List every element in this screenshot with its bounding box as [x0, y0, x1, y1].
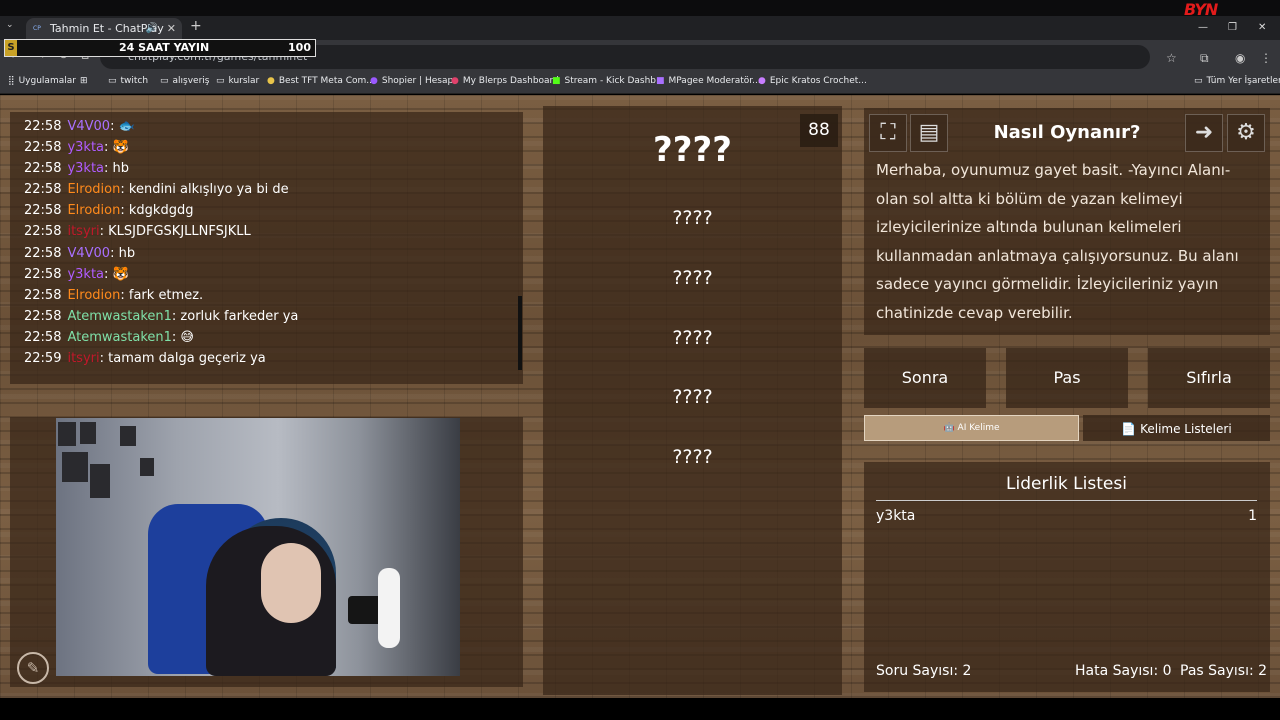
bookmark-kurslar[interactable]: ▭ kurslar: [216, 76, 259, 86]
tab-tahmin-et[interactable]: CP Tahmin Et - ChatPlay 🔊 ✕: [26, 18, 182, 40]
chat-username: itsyri: [67, 224, 100, 240]
pencil-edit-icon[interactable]: ✎: [17, 652, 49, 684]
bookmark-tft[interactable]: ● Best TFT Meta Com...: [267, 76, 375, 86]
chat-message: 22:58 y3kta: hb: [24, 161, 130, 177]
bookmark-mpagee[interactable]: ■ MPagee Moderatör...: [656, 76, 761, 86]
bookmark-apps[interactable]: ⣿ Uygulamalar: [8, 76, 76, 86]
site-icon: ●: [451, 76, 459, 86]
how-to-play-text: Merhaba, oyunumuz gayet basit. -Yayıncı …: [876, 161, 1239, 322]
chat-message: 22:59 itsyri: tamam dalga geçeriz ya: [24, 351, 266, 367]
chat-message: 22:58 Atemwastaken1: zorluk farkeder ya: [24, 308, 299, 324]
close-window-icon[interactable]: ✕: [1258, 22, 1266, 33]
leaderboard-score: 1: [1248, 508, 1257, 524]
pass-count: Pas Sayısı: 2: [1180, 663, 1268, 679]
chat-username: Atemwastaken1: [67, 308, 172, 324]
chat-message: 22:58 y3kta: 🐯: [24, 266, 129, 282]
overlay-value: 100: [288, 41, 311, 54]
stream-goal-overlay: S 24 SAAT YAYIN 100: [4, 39, 316, 57]
chat-message: 22:58 Elrodion: kdgkdgdg: [24, 203, 194, 219]
extensions-icon[interactable]: ⧉: [1200, 51, 1209, 66]
logout-icon[interactable]: ➜: [1185, 114, 1223, 152]
main-word: ????: [653, 130, 732, 170]
word-lists-button[interactable]: 📄 Kelime Listeleri: [1083, 415, 1270, 441]
kick-icon: ■: [552, 76, 561, 86]
folder-icon: ▭: [1194, 76, 1203, 86]
minimize-icon[interactable]: —: [1198, 22, 1208, 33]
ai-word-button[interactable]: 🤖 AI Kelime: [864, 415, 1079, 441]
pass-button[interactable]: Pas: [1006, 348, 1128, 408]
site-icon: ●: [370, 76, 378, 86]
leaderboard-name: y3kta: [876, 508, 916, 524]
overlay-title: 24 SAAT YAYIN: [119, 41, 210, 54]
bookmark-kick[interactable]: ■ Stream - Kick Dashb...: [552, 76, 665, 86]
bookmark-alisveris[interactable]: ▭ alışveriş: [160, 76, 209, 86]
chat-message: 22:58 Elrodion: kendini alkışlıyo ya bi d…: [24, 182, 289, 198]
bookmark-star-icon[interactable]: ☆: [1166, 51, 1177, 65]
next-button[interactable]: Sonra: [864, 348, 986, 408]
forbidden-word: ????: [672, 327, 713, 349]
forbidden-word: ????: [672, 386, 713, 408]
question-count: Soru Sayısı: 2: [876, 663, 972, 679]
maximize-icon[interactable]: ❐: [1228, 22, 1237, 33]
settings-gear-icon[interactable]: ⚙: [1227, 114, 1265, 152]
error-count: Hata Sayısı: 0: [1075, 663, 1172, 679]
folder-icon: ▭: [216, 76, 225, 86]
chat-username: y3kta: [67, 266, 105, 282]
chat-username: y3kta: [67, 140, 105, 156]
streamer-logo: BYN: [1184, 0, 1218, 19]
chat-username: Elrodion: [67, 182, 121, 198]
chat-username: V4V00: [67, 119, 111, 134]
leaderboard-title: Liderlik Listesi: [876, 474, 1257, 501]
chat-scrollbar[interactable]: [518, 296, 522, 370]
chat-username: Atemwastaken1: [67, 329, 172, 345]
menu-kebab-icon[interactable]: ⋮: [1260, 51, 1272, 65]
bookmark-shopier[interactable]: ● Shopier | Hesap: [370, 76, 453, 86]
chat-username: y3kta: [67, 161, 105, 177]
chat-message: 22:58 V4V00: hb: [24, 245, 136, 261]
apps-icon: ⣿: [8, 76, 15, 86]
chat-username: V4V00: [67, 245, 111, 261]
new-tab-button[interactable]: +: [190, 18, 202, 34]
webcam-video: [56, 418, 460, 676]
profile-avatar-icon[interactable]: ◉: [1235, 51, 1245, 65]
twitch-icon: ■: [656, 76, 665, 86]
leaderboard-row: y3kta 1: [876, 508, 1257, 524]
close-tab-icon[interactable]: ✕: [167, 18, 176, 40]
grid-icon[interactable]: ⊞: [80, 76, 88, 86]
chat-message: 22:58 Atemwastaken1: 😅: [24, 329, 194, 345]
folder-icon: ▭: [108, 76, 117, 86]
chat-message: 22:58 V4V00: 🐟: [24, 119, 135, 134]
how-to-play-title: Nasıl Oynanır?: [993, 122, 1141, 143]
bookmark-all[interactable]: ▭ Tüm Yer İşaretleri: [1194, 76, 1280, 86]
forbidden-word: ????: [672, 267, 713, 289]
chat-username: Elrodion: [67, 287, 121, 303]
forbidden-word: ????: [672, 207, 713, 229]
reset-button[interactable]: Sıfırla: [1148, 348, 1270, 408]
tab-search-icon[interactable]: ⌄: [6, 20, 14, 30]
chat-username: itsyri: [67, 351, 100, 367]
chatplay-favicon-icon: CP: [33, 25, 41, 32]
chat-message: 22:58 itsyri: KLSJDFGSKJLLNFSJKLL: [24, 224, 251, 240]
bookmark-blerps[interactable]: ● My Blerps Dashboard: [451, 76, 559, 86]
chat-panel: 22:58 V4V00: 🐟 22:58 y3kta: 🐯 22:58 y3kta: …: [10, 112, 523, 384]
fullscreen-icon[interactable]: ⛶: [869, 114, 907, 152]
chat-message: 22:58 Elrodion: fark etmez.: [24, 287, 204, 303]
folder-icon: ▭: [160, 76, 169, 86]
site-icon: ●: [758, 76, 766, 86]
bookmark-twitch[interactable]: ▭ twitch: [108, 76, 148, 86]
overlay-badge: S: [5, 40, 17, 56]
bookmark-kratos[interactable]: ● Epic Kratos Crochet...: [758, 76, 867, 86]
chat-username: Elrodion: [67, 203, 121, 219]
chat-message: 22:58 y3kta: 🐯: [24, 140, 129, 156]
site-icon: ●: [267, 76, 275, 86]
speaker-icon[interactable]: 🔊: [146, 18, 158, 40]
forbidden-word: ????: [672, 446, 713, 468]
robot-icon: 🤖: [943, 423, 958, 433]
bottom-letterbox: [0, 698, 1280, 720]
list-icon: 📄: [1121, 422, 1141, 436]
rules-document-icon[interactable]: ▤: [910, 114, 948, 152]
